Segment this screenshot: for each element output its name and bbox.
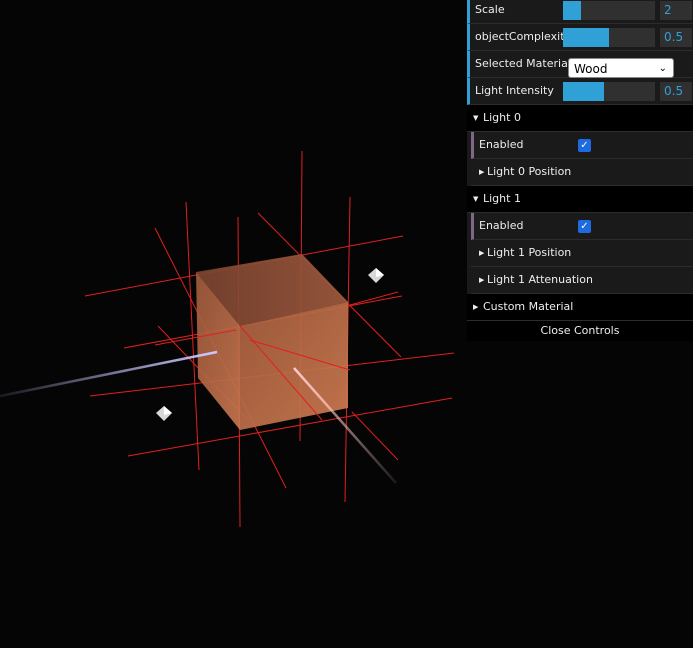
light-marker-icon	[156, 406, 172, 421]
folder-light-1-position[interactable]: ▶ Light 1 Position	[471, 240, 693, 267]
scale-slider-fill	[563, 1, 582, 20]
complexity-input[interactable]: 0.5	[660, 28, 692, 47]
complexity-slider-fill	[563, 28, 609, 47]
light-marker-icon	[368, 268, 384, 283]
folder-custom-material-label: Custom Material	[483, 300, 574, 313]
light-1-enabled-control: Enabled ✓	[471, 213, 693, 240]
light-1-enabled-label: Enabled	[479, 219, 524, 232]
material-control: Selected Material Wood ⌄	[467, 51, 693, 78]
folder-light-1[interactable]: ▼ Light 1	[467, 186, 693, 213]
folder-light-1-label: Light 1	[483, 192, 521, 205]
light-intensity-slider[interactable]	[563, 82, 655, 101]
folder-light-1-attenuation-label: Light 1 Attenuation	[487, 273, 593, 286]
light-ray-blue	[0, 350, 218, 398]
close-controls-button[interactable]: Close Controls	[467, 321, 693, 341]
light-intensity-control: Light Intensity 0.5	[467, 78, 693, 105]
controls-panel: Scale 2 objectComplexity 0.5 Selected Ma…	[467, 0, 693, 341]
folder-light-0[interactable]: ▼ Light 0	[467, 105, 693, 132]
scale-control: Scale 2	[467, 0, 693, 24]
checkmark-icon: ✓	[580, 140, 589, 151]
folder-light-0-position[interactable]: ▶ Light 0 Position	[471, 159, 693, 186]
checkmark-icon: ✓	[580, 221, 589, 232]
caret-right-icon: ▶	[479, 249, 485, 257]
chevron-down-icon: ⌄	[658, 63, 667, 74]
folder-custom-material[interactable]: ▶ Custom Material	[467, 294, 693, 321]
scale-input[interactable]: 2	[660, 1, 692, 20]
light-1-enabled-checkbox[interactable]: ✓	[578, 220, 591, 233]
light-intensity-slider-fill	[563, 82, 605, 101]
folder-light-0-label: Light 0	[483, 111, 521, 124]
caret-right-icon: ▶	[473, 303, 479, 311]
folder-light-1-attenuation[interactable]: ▶ Light 1 Attenuation	[471, 267, 693, 294]
light-intensity-label: Light Intensity	[475, 84, 554, 97]
material-select[interactable]: Wood ⌄	[568, 58, 674, 78]
material-value: Wood	[574, 62, 608, 76]
caret-down-icon: ▼	[473, 114, 479, 122]
complexity-control: objectComplexity 0.5	[467, 24, 693, 51]
complexity-label: objectComplexity	[475, 30, 572, 43]
light-0-enabled-control: Enabled ✓	[471, 132, 693, 159]
scale-slider[interactable]	[563, 1, 655, 20]
folder-light-0-position-label: Light 0 Position	[487, 165, 572, 178]
complexity-slider[interactable]	[563, 28, 655, 47]
light-intensity-input[interactable]: 0.5	[660, 82, 692, 101]
caret-right-icon: ▶	[479, 276, 485, 284]
scale-label: Scale	[475, 3, 505, 16]
light-0-enabled-label: Enabled	[479, 138, 524, 151]
caret-right-icon: ▶	[479, 168, 485, 176]
light-0-enabled-checkbox[interactable]: ✓	[578, 139, 591, 152]
caret-down-icon: ▼	[473, 195, 479, 203]
material-label: Selected Material	[475, 57, 571, 70]
folder-light-1-position-label: Light 1 Position	[487, 246, 572, 259]
